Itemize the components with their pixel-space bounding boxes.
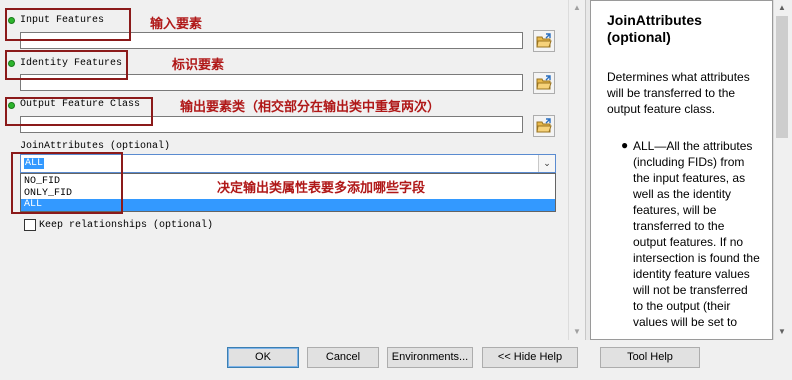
- identity-annotation: 标识要素: [172, 57, 225, 72]
- hide-help-button[interactable]: << Hide Help: [482, 347, 578, 368]
- join-annotation: 决定输出类属性表要多添加哪些字段: [217, 180, 426, 195]
- open-folder-icon: [536, 75, 552, 90]
- ok-button[interactable]: OK: [227, 347, 299, 368]
- scroll-down-arrow-icon[interactable]: ▼: [573, 327, 581, 336]
- parameters-panel: Input Features 输入要素 Identity Features 标识…: [0, 0, 568, 340]
- chevron-down-icon[interactable]: ⌄: [538, 155, 555, 172]
- join-attributes-label: JoinAttributes (optional): [20, 141, 171, 152]
- open-folder-icon: [536, 33, 552, 48]
- help-scrollbar[interactable]: ▲ ▼: [773, 0, 791, 340]
- environments-button[interactable]: Environments...: [387, 347, 473, 368]
- input-features-browse-button[interactable]: [533, 30, 555, 52]
- help-scroll-thumb[interactable]: [776, 16, 788, 138]
- identity-highlight-box: [5, 50, 128, 80]
- identity-features-browse-button[interactable]: [533, 72, 555, 94]
- help-panel: JoinAttributes (optional) Determines wha…: [590, 0, 773, 340]
- help-title: JoinAttributes (optional): [607, 12, 702, 45]
- open-folder-icon: [536, 118, 552, 133]
- parameters-scrollbar[interactable]: ▲ ▼: [568, 0, 586, 340]
- bullet-icon: ●: [621, 138, 629, 152]
- keep-relationships-label: Keep relationships (optional): [39, 220, 214, 231]
- input-annotation: 输入要素: [150, 16, 203, 31]
- output-annotation: 输出要素类（相交部分在输出类中重复两次）: [180, 99, 441, 114]
- keep-relationships-checkbox[interactable]: [24, 219, 36, 231]
- scroll-up-arrow-icon[interactable]: ▲: [778, 3, 786, 12]
- scroll-up-arrow-icon[interactable]: ▲: [573, 3, 581, 12]
- tool-help-button[interactable]: Tool Help: [600, 347, 700, 368]
- help-bullet-all: ALL—All the attributes (including FIDs) …: [633, 139, 760, 329]
- output-feature-class-browse-button[interactable]: [533, 115, 555, 137]
- input-highlight-box: [5, 8, 131, 41]
- help-description: Determines what attributes will be trans…: [607, 70, 750, 116]
- join-highlight-box: [11, 152, 123, 214]
- output-highlight-box: [5, 97, 153, 126]
- cancel-button[interactable]: Cancel: [307, 347, 379, 368]
- scroll-down-arrow-icon[interactable]: ▼: [778, 327, 786, 336]
